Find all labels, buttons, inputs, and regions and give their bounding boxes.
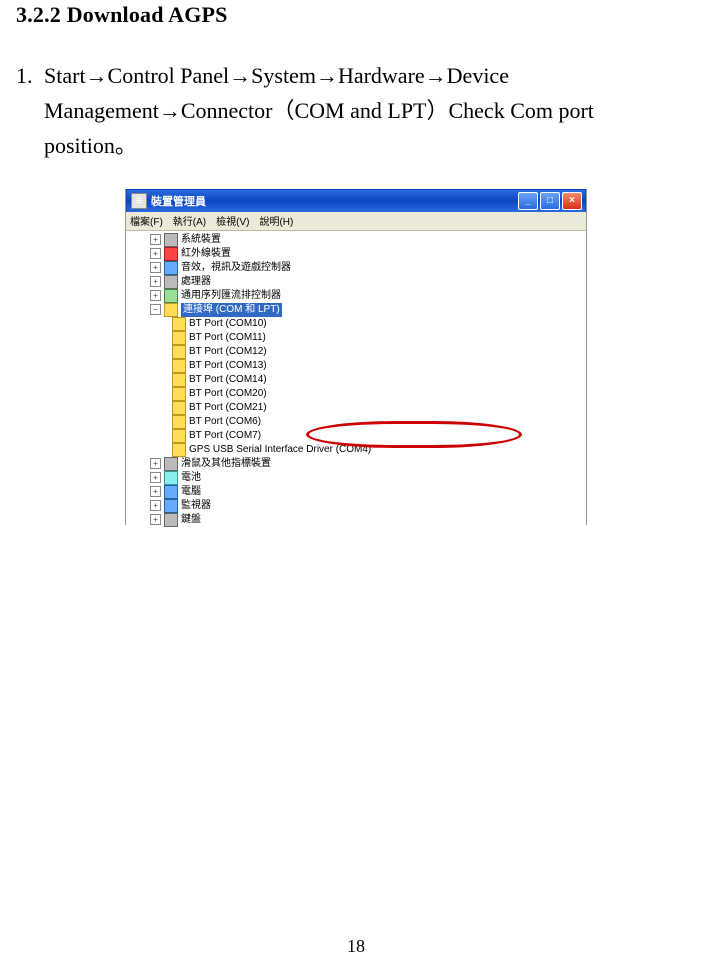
close-button[interactable]: × [562,192,582,210]
menu-action[interactable]: 執行(A) [173,213,206,228]
tree-item[interactable]: BT Port (COM10) [132,317,586,331]
expander-icon[interactable]: + [150,248,161,259]
tree-item[interactable]: BT Port (COM13) [132,359,586,373]
tree-label: 監視器 [181,499,211,513]
expander-icon[interactable]: + [150,234,161,245]
tree-item[interactable]: + 鍵盤 [132,513,586,527]
expander-icon[interactable]: + [150,486,161,497]
menu-file[interactable]: 檔案(F) [130,213,163,228]
maximize-button[interactable]: □ [540,192,560,210]
tree-item-gps[interactable]: GPS USB Serial Interface Driver (COM4) [132,443,586,457]
port-icon [172,317,186,331]
step-text: Start→Control Panel→System→Hardware→Devi… [44,58,684,164]
titlebar: ≡ 裝置管理員 _ □ × [126,189,586,212]
computer-icon [164,485,178,499]
tree-label: GPS USB Serial Interface Driver (COM4) [189,443,371,457]
device-icon [164,289,178,303]
battery-icon [164,471,178,485]
port-icon [172,415,186,429]
tree-label: BT Port (COM14) [189,373,267,387]
port-icon [172,429,186,443]
tree-item[interactable]: + 滑鼠及其他指標裝置 [132,457,586,471]
tree-label: BT Port (COM7) [189,429,261,443]
window-title: 裝置管理員 [151,193,206,209]
tree-item[interactable]: BT Port (COM12) [132,345,586,359]
step-list: 1.Start→Control Panel→System→Hardware→De… [16,58,696,164]
device-manager-window: ≡ 裝置管理員 _ □ × 檔案(F) 執行(A) 檢視(V) 說明(H) + … [125,189,587,525]
port-icon [172,373,186,387]
port-icon [172,345,186,359]
tree-item[interactable]: + 處理器 [132,275,586,289]
tree-label: BT Port (COM21) [189,401,267,415]
tree-label: 音效，視訊及遊戲控制器 [181,261,291,275]
device-icon [164,247,178,261]
expander-icon[interactable]: + [150,290,161,301]
expander-icon[interactable]: + [150,514,161,525]
tree-label: BT Port (COM6) [189,415,261,429]
tree-label-selected: 連接埠 (COM 和 LPT) [181,303,282,317]
tree-item[interactable]: BT Port (COM21) [132,401,586,415]
minimize-button[interactable]: _ [518,192,538,210]
menubar: 檔案(F) 執行(A) 檢視(V) 說明(H) [126,212,586,231]
tree-label: BT Port (COM20) [189,387,267,401]
section-heading: 3.2.2 Download AGPS [16,2,712,28]
expander-icon[interactable]: + [150,458,161,469]
monitor-icon [164,499,178,513]
port-icon [172,359,186,373]
tree-item[interactable]: BT Port (COM14) [132,373,586,387]
port-icon [172,443,186,457]
tree-label: 電腦 [181,485,201,499]
tree-item[interactable]: + 電腦 [132,485,586,499]
tree-item[interactable]: BT Port (COM6) [132,415,586,429]
step-number: 1. [16,58,44,93]
keyboard-icon [164,513,178,527]
port-icon [172,401,186,415]
tree-item[interactable]: + 紅外線裝置 [132,247,586,261]
port-icon [172,387,186,401]
tree-item-ports[interactable]: − 連接埠 (COM 和 LPT) [132,303,586,317]
expander-icon[interactable]: − [150,304,161,315]
tree-label: BT Port (COM13) [189,359,267,373]
tree-label: 系統裝置 [181,233,221,247]
tree-item[interactable]: BT Port (COM7) [132,429,586,443]
tree-label: 處理器 [181,275,211,289]
tree-label: 滑鼠及其他指標裝置 [181,457,271,471]
tree-label: 鍵盤 [181,513,201,527]
expander-icon[interactable]: + [150,472,161,483]
expander-icon[interactable]: + [150,500,161,511]
tree-item[interactable]: + 電池 [132,471,586,485]
expander-icon[interactable]: + [150,276,161,287]
tree-label: 電池 [181,471,201,485]
tree-label: BT Port (COM10) [189,317,267,331]
device-icon [164,233,178,247]
tree-item[interactable]: BT Port (COM11) [132,331,586,345]
page-number: 18 [0,936,712,957]
tree-label: BT Port (COM12) [189,345,267,359]
menu-help[interactable]: 說明(H) [259,213,293,228]
device-tree: + 系統裝置 + 紅外線裝置 + 音效，視訊及遊戲控制器 + 處理器 + [126,231,586,527]
device-icon [164,457,178,471]
device-icon [164,275,178,289]
tree-item[interactable]: + 音效，視訊及遊戲控制器 [132,261,586,275]
ports-icon [164,303,178,317]
menu-view[interactable]: 檢視(V) [216,213,249,228]
app-icon: ≡ [131,193,147,209]
tree-item[interactable]: BT Port (COM20) [132,387,586,401]
tree-item[interactable]: + 通用序列匯流排控制器 [132,289,586,303]
tree-label: 紅外線裝置 [181,247,231,261]
tree-label: BT Port (COM11) [189,331,266,345]
expander-icon[interactable]: + [150,262,161,273]
tree-item[interactable]: + 監視器 [132,499,586,513]
tree-item[interactable]: + 系統裝置 [132,233,586,247]
tree-label: 通用序列匯流排控制器 [181,289,281,303]
device-icon [164,261,178,275]
port-icon [172,331,186,345]
